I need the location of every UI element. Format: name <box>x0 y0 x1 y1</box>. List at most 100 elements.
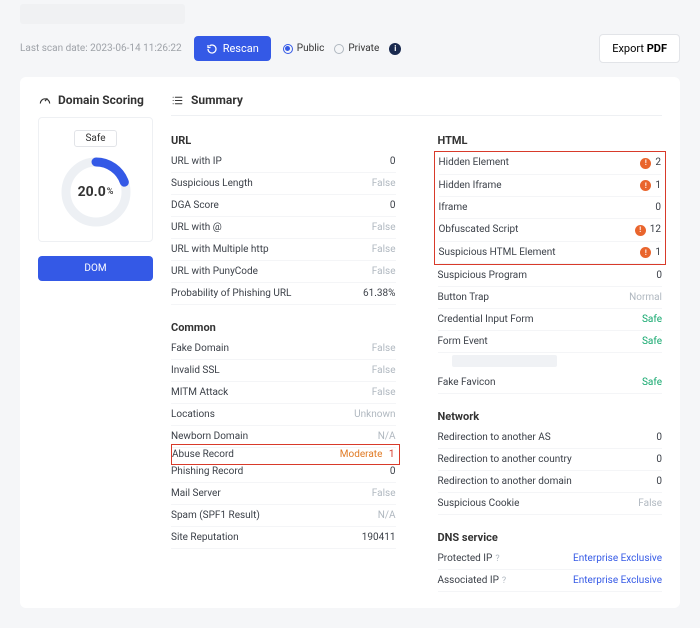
page-title-redacted <box>20 4 185 24</box>
row-value: False <box>372 488 396 499</box>
highlighted-group: Hidden Element!2Hidden Iframe!1Iframe0Ob… <box>434 151 667 265</box>
row-value: False <box>372 178 396 189</box>
row-key: Probability of Phishing URL <box>171 288 291 299</box>
row-value: 61.38% <box>363 288 395 299</box>
section-title: URL <box>171 134 396 147</box>
row-key: Redirection to another country <box>438 454 572 465</box>
alert-icon: ! <box>640 180 651 191</box>
row-value: 0 <box>390 200 396 211</box>
row-key: Protected IP? <box>438 553 500 564</box>
row-value: 190411 <box>362 532 396 543</box>
row-value: False <box>372 387 396 398</box>
row-key: Iframe <box>439 202 468 213</box>
safe-badge: Safe <box>74 130 116 147</box>
row-value: False <box>372 343 396 354</box>
row-key: Mail Server <box>171 488 221 499</box>
row-value: 0 <box>390 156 396 167</box>
refresh-icon <box>206 43 218 55</box>
row-key: Suspicious Length <box>171 178 253 189</box>
data-row: Mail Server False <box>171 483 396 505</box>
row-key: Redirection to another AS <box>438 432 551 443</box>
dom-button[interactable]: DOM <box>38 256 153 281</box>
visibility-public-radio[interactable]: Public <box>283 43 325 54</box>
data-row: Form Event Safe <box>438 331 663 353</box>
row-value: False <box>638 498 662 509</box>
row-key: URL with @ <box>171 222 222 233</box>
row-key: Hidden Element <box>439 157 509 168</box>
data-row: Invalid SSL False <box>171 360 396 382</box>
data-row: Phishing Record0 <box>171 461 396 483</box>
summary-title: Summary <box>191 93 243 107</box>
data-row: Redirection to another country 0 <box>438 449 663 471</box>
data-row: Hidden Element!2 <box>439 152 662 175</box>
help-icon[interactable]: ? <box>502 576 506 586</box>
row-key: Site Reputation <box>171 532 239 543</box>
domain-scoring-title: Domain Scoring <box>58 93 144 107</box>
row-key: Spam (SPF1 Result) <box>171 510 260 521</box>
visibility-private-radio[interactable]: Private <box>334 43 379 54</box>
row-value: Normal <box>629 292 662 303</box>
row-key: Suspicious Program <box>438 270 528 281</box>
row-value[interactable]: Enterprise Exclusive <box>573 575 662 586</box>
row-key: Abuse Record <box>172 449 234 460</box>
row-value: !1 <box>640 247 661 259</box>
row-value: False <box>372 244 396 255</box>
row-key: Button Trap <box>438 292 490 303</box>
row-value: False <box>372 266 396 277</box>
data-row: Hidden Iframe!1 <box>439 175 662 198</box>
row-key: Suspicious HTML Element <box>439 247 556 258</box>
rescan-button[interactable]: Rescan <box>194 36 271 61</box>
help-icon[interactable]: ? <box>495 554 499 564</box>
row-key: Fake Domain <box>171 343 229 354</box>
data-row: Iframe0 <box>439 197 662 219</box>
summary-panel: Summary URL URL with IP 0 Suspicious Length… <box>171 93 662 592</box>
data-row: URL with PunyCode False <box>171 261 396 283</box>
row-key: Invalid SSL <box>171 365 220 376</box>
row-value: False <box>372 222 396 233</box>
row-key: Fake Favicon <box>438 377 496 388</box>
row-value: 0 <box>656 454 662 465</box>
data-row: Suspicious HTML Element !1 <box>439 242 662 265</box>
data-row: Site Reputation 190411 <box>171 527 396 549</box>
row-key: Credential Input Form <box>438 314 534 325</box>
row-value: Unknown <box>354 409 395 420</box>
data-row: Fake Favicon Safe <box>438 372 663 394</box>
info-icon[interactable]: i <box>389 43 401 55</box>
data-row: Redirection to another AS 0 <box>438 427 663 449</box>
data-row: Button Trap Normal <box>438 287 663 309</box>
data-row: Associated IP? Enterprise Exclusive <box>438 570 663 592</box>
row-value: Safe <box>642 314 662 325</box>
row-key: URL with IP <box>171 156 222 167</box>
data-row: Suspicious Length False <box>171 173 396 195</box>
alert-icon: ! <box>640 247 651 258</box>
data-row: DGA Score 0 <box>171 195 396 217</box>
data-row: URL with @ False <box>171 217 396 239</box>
data-row: Suspicious Cookie False <box>438 493 663 515</box>
row-key: Associated IP? <box>438 575 507 586</box>
row-value: False <box>372 365 396 376</box>
row-key: URL with Multiple http <box>171 244 269 255</box>
data-row: Redirection to another domain0 <box>438 471 663 493</box>
data-row: Obfuscated Script !12 <box>439 219 662 242</box>
row-key: Redirection to another domain <box>438 476 572 487</box>
row-value: Safe <box>642 336 662 347</box>
data-row: Credential Input Form Safe <box>438 309 663 331</box>
data-row: Spam (SPF1 Result)N/A <box>171 505 396 527</box>
row-value: 0 <box>656 432 662 443</box>
toolbar: Last scan date: 2023-06-14 11:26:22 Resc… <box>20 28 680 77</box>
row-key: URL with PunyCode <box>171 266 258 277</box>
row-value: 0 <box>656 270 662 281</box>
row-key: DGA Score <box>171 200 219 211</box>
export-pdf-button[interactable]: Export PDF <box>599 34 680 63</box>
row-value: Safe <box>642 377 662 388</box>
row-key: Form Event <box>438 336 488 347</box>
domain-scoring-panel: Domain Scoring Safe 20.0% DOM <box>38 93 153 592</box>
row-key: Obfuscated Script <box>439 224 519 235</box>
row-value[interactable]: Enterprise Exclusive <box>573 553 662 564</box>
row-key: Locations <box>171 409 215 420</box>
score-gauge: 20.0% <box>59 155 133 229</box>
row-key: Suspicious Cookie <box>438 498 520 509</box>
row-key: Hidden Iframe <box>439 180 502 191</box>
alert-icon: ! <box>635 225 646 236</box>
row-value: !12 <box>635 224 661 236</box>
